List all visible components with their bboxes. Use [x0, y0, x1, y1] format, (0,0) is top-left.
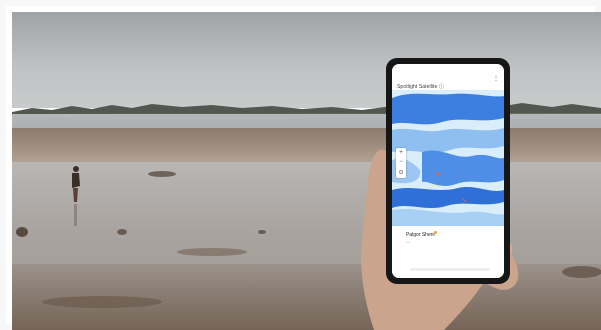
bottom-sheet: Palgor Sheni — — [392, 226, 504, 278]
map-marker[interactable] — [436, 172, 440, 176]
place-subtitle: — — [406, 239, 410, 244]
status-bar — [392, 64, 504, 74]
overcast-sky — [12, 12, 601, 108]
phone-screen: Spotlight Satellite ⓘ ⋮ + − ⊙ Palgor She… — [392, 64, 504, 278]
zoom-in-button[interactable]: + — [399, 150, 403, 156]
image-frame: Spotlight Satellite ⓘ ⋮ + − ⊙ Palgor She… — [0, 0, 601, 330]
overflow-icon[interactable]: ⋮ — [493, 75, 499, 82]
home-indicator — [410, 268, 490, 271]
locate-icon[interactable]: ⊙ — [398, 169, 403, 176]
zoom-out-button[interactable]: − — [399, 159, 403, 165]
photo-scene: Spotlight Satellite ⓘ ⋮ + − ⊙ Palgor She… — [12, 12, 601, 330]
app-header: Spotlight Satellite ⓘ ⋮ — [397, 75, 499, 90]
zoom-control[interactable]: + − ⊙ — [396, 148, 406, 178]
smartphone: Spotlight Satellite ⓘ ⋮ + − ⊙ Palgor She… — [386, 58, 510, 284]
wading-person — [72, 166, 80, 226]
pin-icon — [434, 231, 437, 234]
flood-map[interactable] — [392, 90, 504, 226]
place-name: Palgor Sheni — [406, 232, 435, 238]
